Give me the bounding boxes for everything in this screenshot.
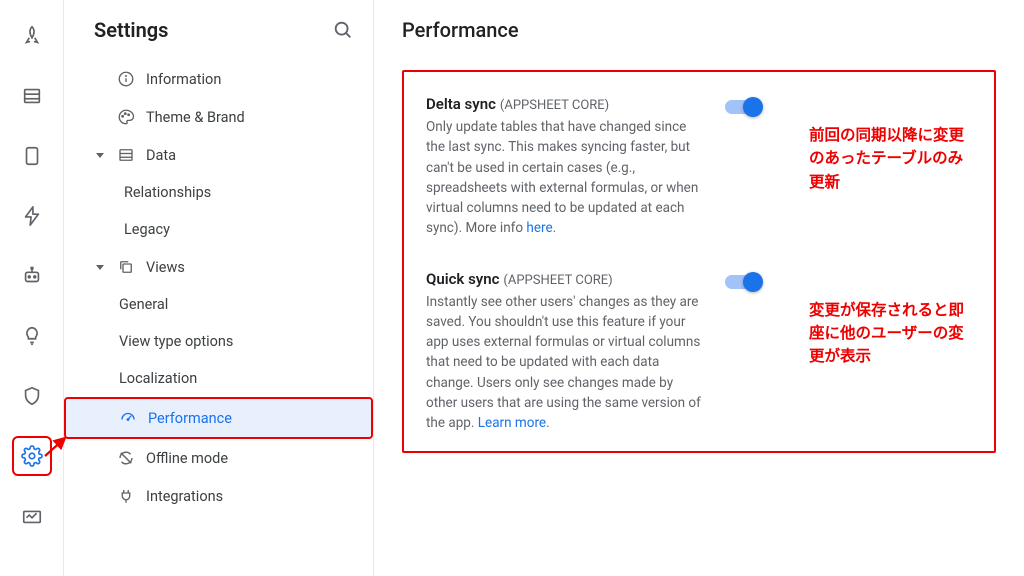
quick-sync-title: Quick sync [426,270,499,288]
setting-quick-sync: Quick sync (APPSHEET CORE) Instantly see… [426,269,972,434]
quick-sync-desc: Instantly see other users' changes as th… [426,292,701,434]
nav-label: Integrations [146,488,223,505]
setting-delta-sync: Delta sync (APPSHEET CORE) Only update t… [426,94,972,239]
speed-icon [118,409,138,427]
page-title: Performance [402,18,996,42]
nav-label: Information [146,71,221,88]
nav-localization[interactable]: Localization [64,360,373,397]
copy-icon [116,258,136,276]
quick-sync-annotation: 変更が保存されると即座に他のユーザーの変更が表示 [809,299,972,369]
nav-data[interactable]: Data [64,136,373,174]
nav-label: Data [146,147,176,164]
rail-security-icon[interactable] [12,376,52,416]
main-content: Performance Delta sync (APPSHEET CORE) O… [374,0,1024,576]
nav-label: Performance [148,410,232,427]
nav-label: Offline mode [146,450,228,467]
nav-label: General [119,296,168,313]
info-icon [116,70,136,88]
search-icon[interactable] [331,18,355,42]
delta-sync-annotation: 前回の同期以降に変更のあったテーブルのみ更新 [809,124,972,194]
nav-label: View type options [119,333,233,350]
left-rail [0,0,64,576]
delta-sync-desc: Only update tables that have changed sin… [426,117,701,239]
quick-sync-badge: (APPSHEET CORE) [503,273,612,288]
rail-settings-icon[interactable] [12,436,52,476]
settings-title: Settings [94,18,168,42]
rail-views-icon[interactable] [12,136,52,176]
performance-card: Delta sync (APPSHEET CORE) Only update t… [402,70,996,453]
quick-sync-link[interactable]: Learn more [478,415,546,431]
nav-relationships[interactable]: Relationships [64,174,373,211]
delta-sync-link[interactable]: here [526,220,552,236]
chevron-down-icon [94,149,106,161]
nav-views[interactable]: Views [64,248,373,286]
nav-offline[interactable]: Offline mode [64,439,373,477]
rail-manage-icon[interactable] [12,496,52,536]
nav-information[interactable]: Information [64,60,373,98]
chevron-down-icon [94,261,106,273]
quick-sync-toggle[interactable] [725,273,761,291]
offline-icon [116,449,136,467]
rail-bot-icon[interactable] [12,256,52,296]
nav-performance[interactable]: Performance [64,397,373,439]
nav-label: Localization [119,370,197,387]
plug-icon [116,487,136,505]
rail-data-icon[interactable] [12,76,52,116]
palette-icon [116,108,136,126]
nav-integrations[interactable]: Integrations [64,477,373,515]
nav-label: Theme & Brand [146,109,245,126]
delta-sync-toggle[interactable] [725,98,761,116]
nav-label: Relationships [124,184,211,201]
rail-automation-icon[interactable] [12,196,52,236]
settings-nav: Information Theme & Brand Data Relations… [64,60,373,515]
settings-panel: Settings Information Theme & Brand Data … [64,0,374,576]
nav-label: Views [146,259,185,276]
nav-label: Legacy [124,221,170,238]
nav-general[interactable]: General [64,286,373,323]
nav-theme[interactable]: Theme & Brand [64,98,373,136]
nav-view-type-options[interactable]: View type options [64,323,373,360]
rail-deploy-icon[interactable] [12,16,52,56]
delta-sync-badge: (APPSHEET CORE) [500,98,609,113]
delta-sync-title: Delta sync [426,95,496,113]
nav-legacy[interactable]: Legacy [64,211,373,248]
table-icon [116,146,136,164]
rail-intelligence-icon[interactable] [12,316,52,356]
